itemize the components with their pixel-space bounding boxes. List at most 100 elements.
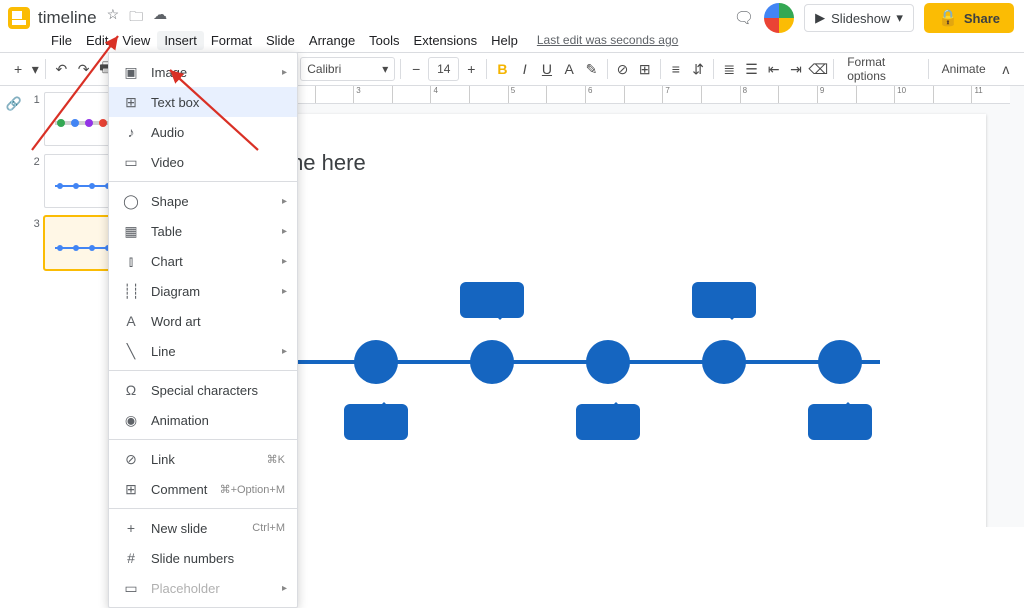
submenu-icon: ▸ xyxy=(282,286,287,297)
lock-icon: 🔒 xyxy=(938,8,958,28)
attach-icon[interactable]: 🔗 xyxy=(6,96,22,112)
menu-item-image[interactable]: ▣Image▸ xyxy=(109,57,297,87)
menu-tools[interactable]: Tools xyxy=(362,31,406,50)
menu-item-diagram[interactable]: ┊┊ Diagram ▸ xyxy=(109,276,297,306)
submenu-icon: ▸ xyxy=(282,256,287,267)
menu-item-new-slide[interactable]: +New slideCtrl+M xyxy=(109,513,297,543)
menu-label: Image xyxy=(151,65,187,80)
menu-icon: + xyxy=(123,520,139,536)
menu-label: Text box xyxy=(151,95,199,110)
menu-help[interactable]: Help xyxy=(484,31,525,50)
menu-item-animation[interactable]: ◉Animation xyxy=(109,405,297,435)
menu-insert[interactable]: Insert xyxy=(157,31,204,50)
callout[interactable] xyxy=(344,404,408,440)
undo-button[interactable]: ↶ xyxy=(51,56,71,82)
menu-icon: ╲ xyxy=(123,343,139,360)
menu-bar: FileEditViewInsertFormatSlideArrangeTool… xyxy=(0,30,1024,52)
numbered-list-button[interactable]: ≣ xyxy=(719,56,739,82)
chevron-down-icon: ▾ xyxy=(896,10,903,26)
cloud-icon[interactable]: ☁ xyxy=(153,6,167,30)
timeline-node[interactable] xyxy=(354,340,398,384)
menu-item-word-art[interactable]: AWord art xyxy=(109,306,297,336)
menu-slide[interactable]: Slide xyxy=(259,31,302,50)
menu-icon: ⊞ xyxy=(123,481,139,498)
callout[interactable] xyxy=(692,282,756,318)
menu-item-chart[interactable]: ⫾Chart▸ xyxy=(109,246,297,276)
timeline-line[interactable] xyxy=(234,360,880,364)
slideshow-button[interactable]: ▶ Slideshow ▾ xyxy=(804,4,914,32)
menu-item-slide-numbers[interactable]: #Slide numbers xyxy=(109,543,297,573)
menu-icon: ◉ xyxy=(123,412,139,429)
menu-icon: ⊞ xyxy=(123,94,139,111)
callout[interactable] xyxy=(576,404,640,440)
star-icon[interactable]: ☆ xyxy=(107,6,120,30)
menu-icon: ♪ xyxy=(123,124,139,140)
callout[interactable] xyxy=(808,404,872,440)
collapse-toolbar-button[interactable]: ʌ xyxy=(996,56,1016,82)
menu-item-shape[interactable]: ◯Shape▸ xyxy=(109,186,297,216)
shortcut-label: ⌘+Option+M xyxy=(220,483,285,496)
font-select[interactable]: Calibri ▾ xyxy=(300,57,395,81)
menu-label: Table xyxy=(151,224,182,239)
underline-button[interactable]: U xyxy=(537,56,557,82)
menu-extensions[interactable]: Extensions xyxy=(407,31,485,50)
menu-item-table[interactable]: ▦Table▸ xyxy=(109,216,297,246)
move-icon[interactable]: 🗀 xyxy=(129,6,143,30)
italic-button[interactable]: I xyxy=(515,56,535,82)
shortcut-label: ⌘K xyxy=(267,453,285,466)
menu-format[interactable]: Format xyxy=(204,31,259,50)
menu-item-comment[interactable]: ⊞Comment⌘+Option+M xyxy=(109,474,297,504)
menu-label: Diagram xyxy=(151,284,200,299)
clear-format-button[interactable]: ⌫ xyxy=(808,56,828,82)
share-button[interactable]: 🔒 Share xyxy=(924,3,1014,33)
document-title[interactable]: timeline xyxy=(38,8,97,28)
slideshow-label: Slideshow xyxy=(831,11,890,26)
meet-icon[interactable] xyxy=(764,3,794,33)
menu-item-text-box[interactable]: ⊞ Text box xyxy=(109,87,297,117)
animate-button[interactable]: Animate xyxy=(934,56,994,82)
outdent-button[interactable]: ⇤ xyxy=(764,56,784,82)
format-options-button[interactable]: Format options xyxy=(839,56,923,82)
insert-menu-dropdown[interactable]: ▣ Image ▸ ⊞ Text box ♪Audio▭Video ◯Shape▸▦Tabl… xyxy=(108,52,298,608)
menu-icon: ▣ xyxy=(123,64,139,81)
last-edit-link[interactable]: Last edit was seconds ago xyxy=(537,33,678,47)
menu-arrange[interactable]: Arrange xyxy=(302,31,362,50)
new-slide-menu[interactable]: ▾ xyxy=(30,56,40,82)
bold-button[interactable]: B xyxy=(492,56,512,82)
menu-icon: Ω xyxy=(123,382,139,398)
spacing-button[interactable]: ⇵ xyxy=(688,56,708,82)
menu-item-audio[interactable]: ♪Audio xyxy=(109,117,297,147)
bullet-list-button[interactable]: ☰ xyxy=(741,56,761,82)
font-size[interactable]: 14 xyxy=(428,57,459,81)
left-gutter: 🔗 xyxy=(0,86,28,527)
font-dec[interactable]: − xyxy=(406,56,426,82)
menu-icon: ┊┊ xyxy=(123,283,139,300)
font-inc[interactable]: + xyxy=(461,56,481,82)
menu-view[interactable]: View xyxy=(115,31,157,50)
menu-item-video[interactable]: ▭Video xyxy=(109,147,297,177)
align-button[interactable]: ≡ xyxy=(666,56,686,82)
app-logo-icon xyxy=(8,7,30,29)
share-label: Share xyxy=(964,11,1000,26)
timeline-node[interactable] xyxy=(586,340,630,384)
redo-button[interactable]: ↷ xyxy=(73,56,93,82)
new-slide-button[interactable]: + xyxy=(8,56,28,82)
menu-label: Line xyxy=(151,344,176,359)
menu-item-link[interactable]: ⊘Link⌘K xyxy=(109,444,297,474)
timeline-node[interactable] xyxy=(818,340,862,384)
timeline-node[interactable] xyxy=(470,340,514,384)
link-button[interactable]: ⊘ xyxy=(612,56,632,82)
font-size-value: 14 xyxy=(437,62,450,76)
shortcut-label: Ctrl+M xyxy=(252,522,285,534)
indent-button[interactable]: ⇥ xyxy=(786,56,806,82)
highlight-button[interactable]: ✎ xyxy=(581,56,601,82)
comment-button[interactable]: ⊞ xyxy=(635,56,655,82)
menu-file[interactable]: File xyxy=(44,31,79,50)
menu-item-special-characters[interactable]: ΩSpecial characters xyxy=(109,375,297,405)
text-color-button[interactable]: A xyxy=(559,56,579,82)
comments-icon[interactable]: 🗨 xyxy=(734,8,754,28)
menu-item-line[interactable]: ╲Line▸ xyxy=(109,336,297,366)
timeline-node[interactable] xyxy=(702,340,746,384)
menu-edit[interactable]: Edit xyxy=(79,31,115,50)
callout[interactable] xyxy=(460,282,524,318)
